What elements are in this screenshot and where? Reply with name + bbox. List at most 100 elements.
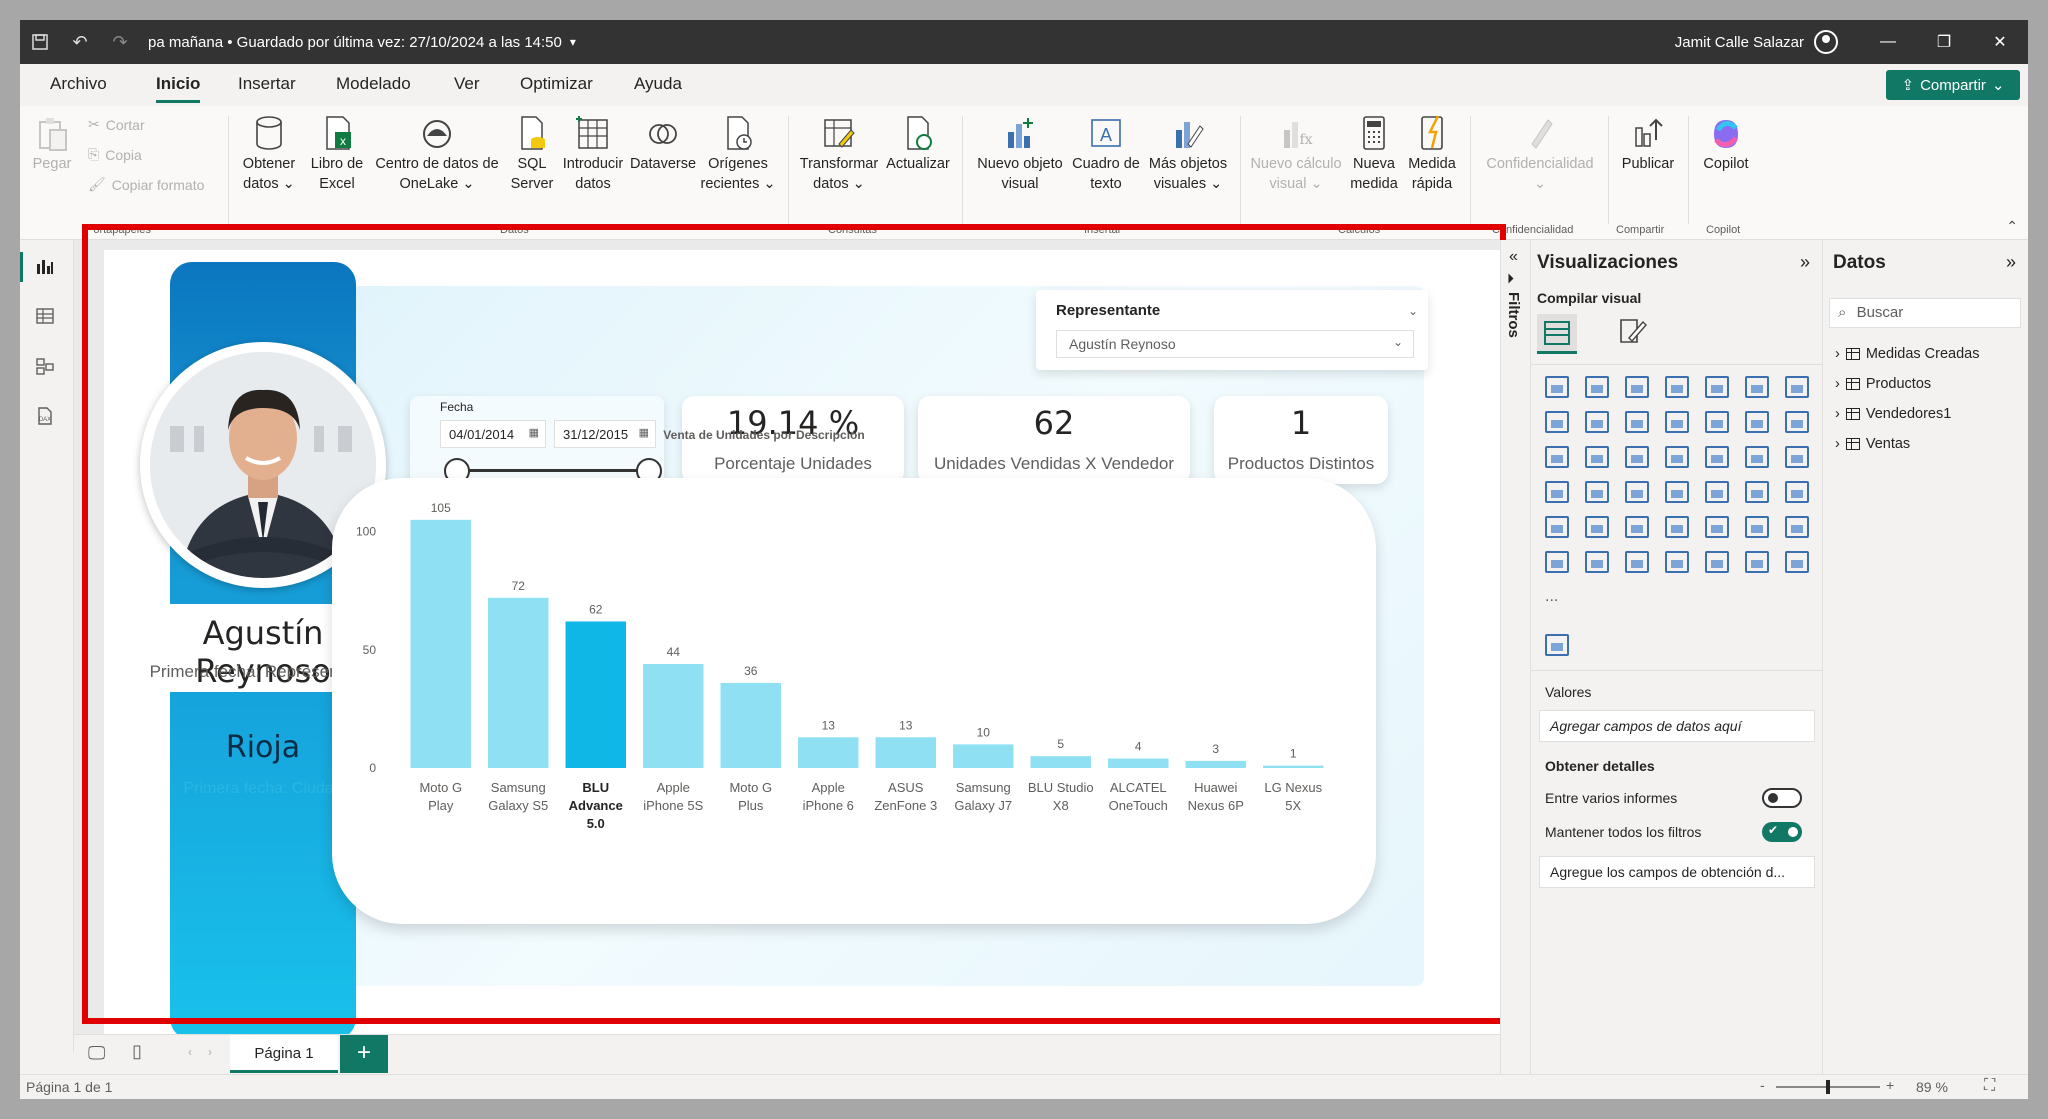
area-chart-icon[interactable] bbox=[1545, 411, 1569, 433]
data-table-item[interactable]: › Medidas Creadas bbox=[1835, 346, 1980, 362]
r-visual-icon[interactable] bbox=[1585, 516, 1609, 538]
new-measure-button[interactable]: Nueva medida bbox=[1346, 114, 1402, 194]
stacked-column-chart-icon[interactable] bbox=[1585, 376, 1609, 398]
sql-server-button[interactable]: SQL Server bbox=[506, 114, 558, 194]
textbox-button[interactable]: A Cuadro de texto bbox=[1068, 114, 1144, 194]
data-table-item[interactable]: › Vendedores1 bbox=[1835, 406, 1951, 422]
transform-data-button[interactable]: Transformar datos ⌄ bbox=[796, 114, 882, 194]
line-chart-icon[interactable] bbox=[1785, 376, 1809, 398]
slicer-icon[interactable] bbox=[1745, 481, 1769, 503]
redo-icon[interactable]: ↷ bbox=[100, 20, 140, 64]
power-apps-icon[interactable] bbox=[1625, 551, 1649, 573]
collapse-ribbon-icon[interactable]: ⌃ bbox=[2006, 218, 2018, 235]
tab-ayuda[interactable]: Ayuda bbox=[634, 74, 682, 94]
bar[interactable] bbox=[643, 664, 704, 768]
format-painter-button[interactable]: 🖌 Copiar formato bbox=[88, 176, 204, 193]
more-visuals-chevron-icon[interactable] bbox=[1785, 551, 1809, 573]
bar[interactable] bbox=[1030, 756, 1091, 768]
onelake-button[interactable]: Centro de datos de OneLake ⌄ bbox=[372, 114, 502, 194]
bar-chart[interactable]: 050100105Moto GPlay72SamsungGalaxy S562B… bbox=[332, 478, 1376, 924]
representative-slicer[interactable]: Representante ⌄ Agustín Reynoso ⌄ bbox=[1036, 290, 1428, 370]
more-visuals-ellipsis[interactable]: ... bbox=[1545, 588, 1558, 606]
power-automate-icon[interactable] bbox=[1665, 551, 1689, 573]
restore-icon[interactable]: ❐ bbox=[1916, 20, 1972, 64]
quick-measure-button[interactable]: Medida rápida bbox=[1402, 114, 1462, 194]
pie-chart-icon[interactable] bbox=[1625, 446, 1649, 468]
scatter-chart-icon[interactable] bbox=[1585, 446, 1609, 468]
custom-visual-icon[interactable] bbox=[1705, 551, 1729, 573]
bar[interactable] bbox=[1263, 765, 1324, 768]
100-stacked-bar-chart-icon[interactable] bbox=[1705, 376, 1729, 398]
close-icon[interactable]: ✕ bbox=[1972, 20, 2028, 64]
report-view-icon[interactable] bbox=[34, 256, 56, 278]
add-page-button[interactable]: + bbox=[340, 1035, 388, 1073]
paginated-report-icon[interactable] bbox=[1585, 551, 1609, 573]
more-visuals-button[interactable]: Más objetos visuales ⌄ bbox=[1144, 114, 1232, 194]
key-influencers-icon[interactable] bbox=[1665, 516, 1689, 538]
recent-sources-button[interactable]: Orígenes recientes ⌄ bbox=[698, 114, 778, 194]
data-table-item[interactable]: › Ventas bbox=[1835, 436, 1910, 452]
sensitivity-button[interactable]: Confidencialidad ⌄ bbox=[1478, 114, 1602, 194]
copy-button[interactable]: ⎘ Copia bbox=[88, 146, 142, 163]
table-view-icon[interactable] bbox=[34, 306, 56, 328]
drill-through-drop-field[interactable]: Agregue los campos de obtención d... bbox=[1539, 856, 1815, 888]
bar[interactable] bbox=[488, 597, 549, 768]
excel-button[interactable]: x Libro de Excel bbox=[308, 114, 366, 194]
100-stacked-column-chart-icon[interactable] bbox=[1745, 376, 1769, 398]
clustered-bar-chart-icon[interactable] bbox=[1625, 376, 1649, 398]
zoom-slider-handle[interactable] bbox=[1826, 1080, 1830, 1094]
filled-map-icon[interactable] bbox=[1785, 446, 1809, 468]
copilot-button[interactable]: Copilot bbox=[1696, 114, 1756, 174]
collapse-pane-icon[interactable]: » bbox=[1800, 252, 1810, 273]
zoom-out-icon[interactable]: - bbox=[1760, 1077, 1765, 1093]
chevron-down-icon[interactable]: ⌄ bbox=[1408, 304, 1418, 318]
cross-report-toggle[interactable] bbox=[1762, 788, 1802, 808]
bar-chart-card[interactable]: 0 50 100 105 Moto G Play 72 Samsung Galaxy S5 62 B… bbox=[332, 478, 1376, 924]
donut-chart-icon[interactable] bbox=[1665, 446, 1689, 468]
metrics-icon[interactable] bbox=[1545, 551, 1569, 573]
minimize-icon[interactable]: — bbox=[1860, 20, 1916, 64]
waterfall-chart-icon[interactable] bbox=[1785, 411, 1809, 433]
desktop-layout-icon[interactable]: 🖵 bbox=[88, 1043, 105, 1064]
save-icon[interactable] bbox=[20, 20, 60, 64]
treemap-icon[interactable] bbox=[1705, 446, 1729, 468]
line-and-clustered-column-chart-icon[interactable] bbox=[1705, 411, 1729, 433]
map-icon[interactable] bbox=[1745, 446, 1769, 468]
decomposition-tree-icon[interactable] bbox=[1705, 516, 1729, 538]
tab-modelado[interactable]: Modelado bbox=[336, 74, 411, 94]
refresh-button[interactable]: Actualizar bbox=[882, 114, 954, 174]
clustered-column-chart-icon[interactable] bbox=[1665, 376, 1689, 398]
expand-filters-icon[interactable]: « bbox=[1509, 248, 1518, 266]
get-data-button[interactable]: Obtener datos ⌄ bbox=[236, 114, 302, 194]
paste-button[interactable]: Pegar bbox=[32, 114, 72, 174]
dax-query-view-icon[interactable]: DAX bbox=[34, 406, 56, 428]
user-account[interactable]: Jamit Calle Salazar bbox=[1675, 20, 1838, 64]
tab-optimizar[interactable]: Optimizar bbox=[520, 74, 593, 94]
python-visual-icon[interactable] bbox=[1625, 516, 1649, 538]
publish-button[interactable]: Publicar bbox=[1614, 114, 1682, 174]
chevron-down-icon[interactable]: ▾ bbox=[570, 35, 576, 49]
bar[interactable] bbox=[953, 744, 1014, 768]
share-button[interactable]: ⇪ Compartir ⌄ bbox=[1886, 70, 2020, 100]
gauge-icon[interactable] bbox=[1585, 481, 1609, 503]
ribbon-chart-icon[interactable] bbox=[1745, 411, 1769, 433]
model-view-icon[interactable] bbox=[34, 356, 56, 378]
format-visual-tab[interactable] bbox=[1617, 316, 1651, 350]
fit-to-page-icon[interactable]: ⛶ bbox=[1984, 1077, 1995, 1095]
table-visual-icon[interactable] bbox=[1785, 481, 1809, 503]
zoom-in-icon[interactable]: + bbox=[1886, 1077, 1894, 1093]
tab-inicio[interactable]: Inicio bbox=[156, 74, 201, 103]
chevron-right-icon[interactable]: › bbox=[208, 1045, 212, 1059]
azure-map-icon[interactable] bbox=[1545, 481, 1569, 503]
selected-visual-icon[interactable] bbox=[1545, 634, 1569, 656]
bar[interactable] bbox=[410, 519, 471, 768]
smart-narrative-icon[interactable] bbox=[1785, 516, 1809, 538]
bar[interactable] bbox=[1185, 760, 1246, 768]
new-visual-button[interactable]: Nuevo objeto visual bbox=[972, 114, 1068, 194]
undo-icon[interactable]: ↶ bbox=[60, 20, 100, 64]
chevron-left-icon[interactable]: ‹ bbox=[188, 1045, 192, 1059]
qa-icon[interactable] bbox=[1745, 516, 1769, 538]
build-visual-tab[interactable] bbox=[1537, 314, 1577, 354]
keep-filters-toggle[interactable]: ✔ bbox=[1762, 822, 1802, 842]
new-visual-calc-button[interactable]: fx Nuevo cálculo visual ⌄ bbox=[1248, 114, 1344, 194]
